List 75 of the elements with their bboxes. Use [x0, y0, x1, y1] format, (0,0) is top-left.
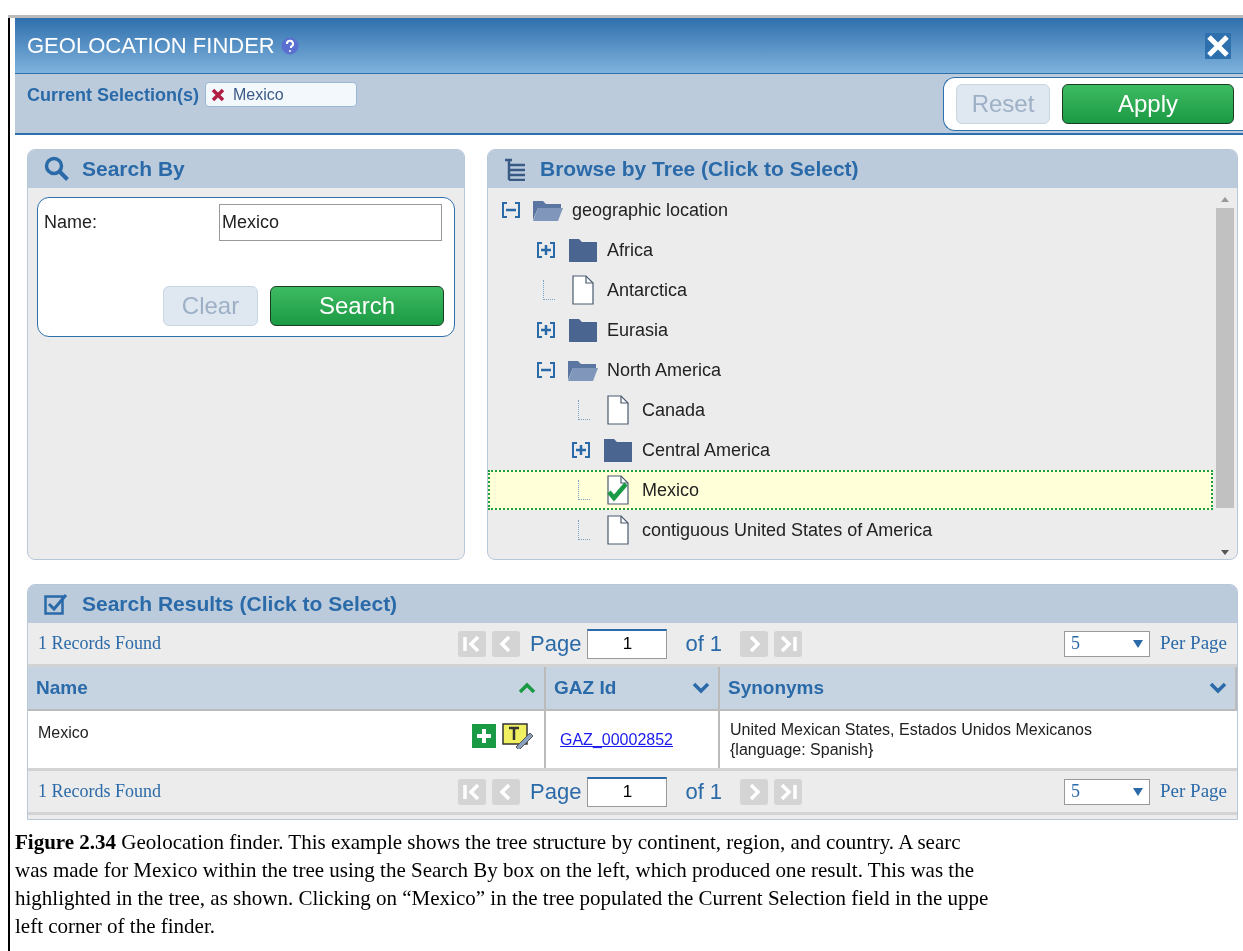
folder-icon [568, 237, 598, 263]
table-cell-text: United Mexican States, Estados Unidos Mexicanos {language: Spanish} [729, 719, 1093, 760]
page-label: Page [530, 630, 582, 658]
close-icon[interactable] [1205, 32, 1231, 59]
per-page-label: Per Page [1160, 779, 1227, 804]
node-label: Canada [642, 398, 706, 422]
page-total: of 1 [685, 778, 723, 806]
page-total: of 1 [685, 630, 723, 658]
tree-node[interactable]: Central America [488, 430, 1213, 470]
tree-node[interactable]: Africa [488, 230, 1213, 270]
remove-icon[interactable] [211, 87, 226, 102]
edit-text-icon[interactable] [502, 723, 534, 749]
tree-node[interactable]: Antarctica [488, 270, 1213, 310]
selection-chip[interactable]: Mexico [205, 82, 358, 107]
tree-icon [504, 157, 526, 181]
checkbox-icon [44, 593, 68, 615]
collapse-toggle[interactable] [502, 202, 520, 218]
file-icon [572, 275, 594, 305]
caption-line: highlighted in the tree, as shown. Clicking on “Mexico” in the tree populated the Current Selection field in the uppe [15, 885, 990, 912]
collapse-toggle[interactable] [537, 362, 555, 378]
panel-title: Search By [82, 156, 185, 183]
search-icon [44, 156, 70, 182]
panel-title: Search Results (Click to Select) [82, 591, 398, 618]
caption-line: Figure 2.34 Geolocation finder. This example shows the tree structure by continent, region, and country. A searc [15, 829, 962, 856]
chevron-down-icon[interactable] [692, 682, 710, 694]
expand-toggle[interactable] [537, 322, 555, 338]
open-folder-icon [532, 198, 564, 222]
gaz-id-link[interactable]: GAZ_00002852 [560, 727, 673, 752]
node-label: geographic location [572, 198, 729, 222]
table-cell: Mexico [28, 711, 546, 768]
node-label: Mexico [642, 478, 699, 502]
panel-title: Browse by Tree (Click to Select) [540, 156, 859, 183]
column-header[interactable]: Name [28, 667, 546, 709]
add-icon[interactable] [472, 724, 496, 748]
node-label: Antarctica [607, 278, 688, 302]
caption-line: left corner of the finder. [15, 913, 216, 940]
tree-node[interactable]: Mexico [488, 470, 1213, 510]
dropdown-caret-icon [1133, 787, 1143, 796]
page-label: Page [530, 778, 582, 806]
folder-icon [568, 317, 598, 343]
tree-node[interactable]: contiguous United States of America [488, 510, 1213, 550]
folder-icon [603, 437, 633, 463]
caption-line: was made for Mexico within the tree using the Search By box on the left, which produced one result. This was the [15, 857, 975, 884]
tree-node[interactable]: Eurasia [488, 310, 1213, 350]
records-count: 1 Records Found [38, 632, 162, 655]
node-label: North America [607, 358, 722, 382]
per-page-label: Per Page [1160, 631, 1227, 656]
window-title: GEOLOCATION FINDER [27, 32, 275, 60]
node-label: Central America [642, 438, 771, 462]
dropdown-caret-icon [1133, 639, 1143, 648]
node-label: Africa [607, 238, 653, 262]
sort-ascending-icon[interactable] [518, 682, 536, 694]
chevron-down-icon[interactable] [1209, 682, 1227, 694]
selection-label: Current Selection(s) [27, 84, 200, 107]
records-count: 1 Records Found [38, 780, 162, 803]
per-page-select[interactable]: 5 [1064, 630, 1150, 657]
help-icon[interactable] [280, 36, 299, 55]
expand-toggle[interactable] [537, 242, 555, 258]
tree-node[interactable]: Canada [488, 390, 1213, 430]
node-label: Eurasia [607, 318, 669, 342]
file-icon [607, 515, 629, 545]
name-input[interactable]: Mexico [219, 204, 442, 241]
page-input[interactable]: 1 [587, 628, 668, 659]
column-header[interactable]: GAZ Id [546, 667, 720, 709]
open-folder-icon [567, 358, 599, 382]
file-icon [607, 395, 629, 425]
column-header[interactable]: Synonyms [720, 667, 1237, 709]
node-label: contiguous United States of America [642, 518, 933, 542]
checked-file-icon [607, 475, 629, 505]
tree-node[interactable]: North America [488, 350, 1213, 390]
page-input[interactable]: 1 [587, 776, 668, 807]
expand-toggle[interactable] [572, 442, 590, 458]
per-page-select[interactable]: 5 [1064, 778, 1150, 805]
field-label: Name: [44, 211, 98, 234]
tree-node[interactable]: geographic location [488, 190, 1213, 230]
